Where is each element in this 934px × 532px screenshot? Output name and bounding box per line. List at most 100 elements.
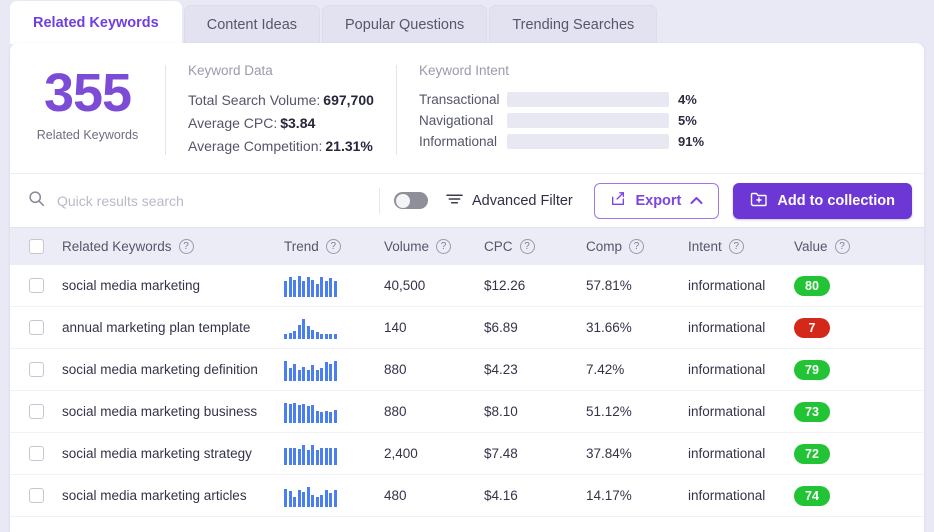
trend-sparkline (284, 275, 337, 297)
share-export-icon (610, 191, 626, 211)
row-checkbox[interactable] (28, 278, 44, 293)
column-header-volume[interactable]: Volume ? (384, 239, 484, 254)
cell-trend (284, 401, 384, 423)
column-header-comp[interactable]: Comp ? (586, 239, 688, 254)
filter-toggle[interactable] (394, 192, 428, 209)
cell-intent: informational (688, 488, 766, 503)
help-icon[interactable]: ? (629, 239, 645, 254)
row-select-cell[interactable] (10, 320, 62, 335)
intent-label: Navigational (419, 113, 494, 128)
cell-keyword[interactable]: social media marketing (62, 277, 284, 294)
row-select-cell[interactable] (10, 362, 62, 377)
tab-label: Popular Questions (345, 17, 465, 33)
cell-keyword[interactable]: social media marketing articles (62, 487, 284, 504)
cell-keyword[interactable]: annual marketing plan template (62, 319, 284, 336)
row-select-cell[interactable] (10, 404, 62, 419)
intent-row-transactional: Transactional 4% (419, 92, 704, 107)
add-to-collection-label: Add to collection (777, 192, 895, 209)
chevron-up-icon (690, 193, 703, 209)
column-header-label: Trend (284, 239, 319, 254)
column-header-trend[interactable]: Trend ? (284, 239, 384, 254)
intent-percent: 5% (678, 113, 697, 128)
help-icon[interactable]: ? (834, 239, 850, 254)
table-row[interactable]: social media marketing strategy 2,400 $7… (10, 433, 924, 475)
cell-volume: 2,400 (384, 446, 418, 461)
cell-keyword[interactable]: social media marketing strategy (62, 445, 284, 462)
keyword-data-label: Average Competition: (188, 138, 323, 154)
value-badge: 72 (794, 443, 830, 464)
select-all-cell[interactable] (10, 239, 62, 254)
cell-comp: 31.66% (586, 320, 632, 335)
value-badge: 80 (794, 275, 830, 296)
cell-value: 79 (794, 359, 886, 380)
table-row[interactable]: social media marketing business 880 $8.1… (10, 391, 924, 433)
advanced-filter-label: Advanced Filter (472, 192, 573, 209)
trend-sparkline (284, 401, 337, 423)
column-header-label: Volume (384, 239, 430, 254)
help-icon[interactable]: ? (436, 239, 452, 254)
row-checkbox[interactable] (28, 488, 44, 503)
value-badge: 7 (794, 317, 830, 338)
cell-keyword[interactable]: social media marketing business (62, 403, 284, 420)
cell-value: 7 (794, 317, 886, 338)
cell-value: 73 (794, 401, 886, 422)
keyword-count-block: 355 Related Keywords (10, 57, 165, 173)
table-row[interactable]: annual marketing plan template 140 $6.89… (10, 307, 924, 349)
cell-volume: 880 (384, 404, 407, 419)
cell-intent: informational (688, 320, 766, 335)
row-select-cell[interactable] (10, 278, 62, 293)
search-icon (28, 190, 45, 212)
table-row[interactable]: social media marketing articles 480 $4.1… (10, 475, 924, 517)
cell-volume: 40,500 (384, 278, 426, 293)
trend-sparkline (284, 317, 337, 339)
help-icon[interactable]: ? (519, 239, 535, 254)
row-select-cell[interactable] (10, 446, 62, 461)
tab-trending-searches[interactable]: Trending Searches (489, 5, 658, 44)
add-to-collection-button[interactable]: Add to collection (733, 182, 912, 219)
advanced-filter-button[interactable]: Advanced Filter (446, 192, 573, 210)
row-checkbox[interactable] (28, 404, 44, 419)
row-select-cell[interactable] (10, 488, 62, 503)
intent-label: Transactional (419, 92, 500, 107)
keyword-text: social media marketing strategy (62, 446, 252, 461)
help-icon[interactable]: ? (728, 239, 744, 254)
select-all-checkbox[interactable] (28, 239, 44, 254)
cell-cpc: $7.48 (484, 446, 518, 461)
tab-related-keywords[interactable]: Related Keywords (10, 1, 182, 44)
search-box[interactable] (28, 190, 373, 212)
row-checkbox[interactable] (28, 320, 44, 335)
toggle-knob (395, 193, 410, 208)
keyword-data-row: Average Competition: 21.31% (188, 138, 396, 154)
keyword-data-block: Keyword Data Total Search Volume: 697,700… (166, 57, 396, 173)
results-toolbar: Advanced Filter Export (10, 173, 924, 227)
row-checkbox[interactable] (28, 446, 44, 461)
column-header-intent[interactable]: Intent ? (688, 239, 794, 254)
help-icon[interactable]: ? (325, 239, 341, 254)
value-badge: 74 (794, 485, 830, 506)
filter-lines-icon (446, 192, 463, 210)
value-badge: 79 (794, 359, 830, 380)
tab-label: Trending Searches (512, 17, 635, 33)
trend-sparkline (284, 485, 337, 507)
export-button[interactable]: Export (594, 182, 720, 219)
tab-popular-questions[interactable]: Popular Questions (322, 5, 488, 44)
help-icon[interactable]: ? (178, 239, 194, 254)
tab-content-ideas[interactable]: Content Ideas (183, 5, 321, 44)
column-header-cpc[interactable]: CPC ? (484, 239, 586, 254)
cell-cpc: $6.89 (484, 320, 518, 335)
intent-row-navigational: Navigational 5% (419, 113, 704, 128)
column-header-value[interactable]: Value ? (794, 239, 886, 254)
table-row[interactable]: social media marketing definition 880 $4… (10, 349, 924, 391)
keyword-data-row: Average CPC: $3.84 (188, 115, 396, 131)
cell-comp: 7.42% (586, 362, 625, 377)
column-header-keyword[interactable]: Related Keywords ? (62, 239, 284, 254)
row-checkbox[interactable] (28, 362, 44, 377)
cell-value: 80 (794, 275, 886, 296)
cell-keyword[interactable]: social media marketing definition (62, 361, 284, 378)
search-input[interactable] (57, 192, 347, 209)
intent-bar-track (507, 134, 669, 149)
keyword-text: annual marketing plan template (62, 320, 251, 335)
trend-sparkline (284, 443, 337, 465)
table-row[interactable]: social media marketing 40,500 $12.26 57.… (10, 265, 924, 307)
cell-comp: 51.12% (586, 404, 632, 419)
